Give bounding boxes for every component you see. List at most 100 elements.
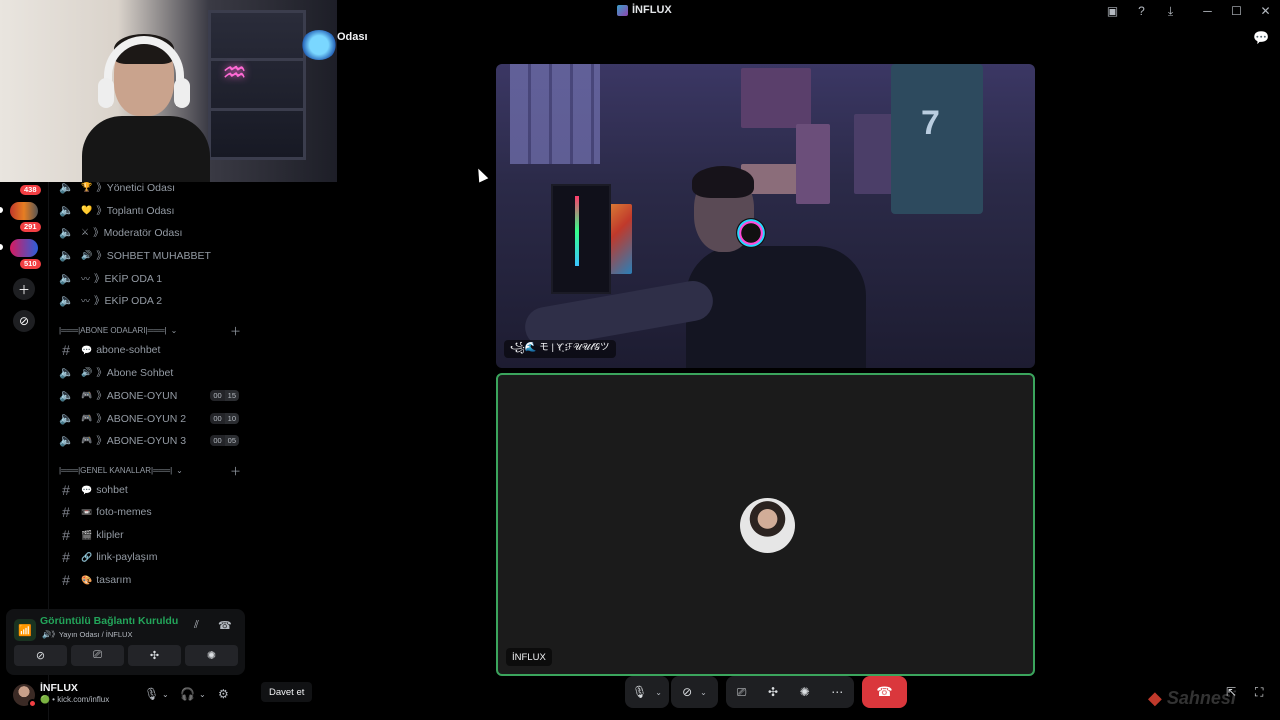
share-screen-icon[interactable]: ⎚ <box>737 685 747 700</box>
fullscreen-icon[interactable]: ⛶ <box>1255 685 1263 700</box>
mute-toggle[interactable]: 🎙 ⌄ <box>625 676 669 708</box>
user-panel: İNFLUX 🟢 • kick.com/influx 🎙 ⌄ 🎧 ⌄ ⚙ <box>6 676 245 716</box>
avatar[interactable] <box>13 684 37 708</box>
close-button[interactable]: ✕ <box>1251 0 1280 22</box>
activities-icon[interactable]: ✣ <box>768 685 778 699</box>
chevron-down-icon: ⌄ <box>176 466 183 475</box>
voice-channel[interactable]: 🔈 🎮 》ABONE-OYUN 00 15 <box>59 385 239 405</box>
soundboard-icon[interactable]: ✺ <box>800 685 810 699</box>
add-channel-icon[interactable]: ＋ <box>230 463 241 479</box>
activities-button[interactable]: ✣ <box>128 645 181 666</box>
custom-status: 🟢 • kick.com/influx <box>40 695 110 704</box>
screen-share-icon[interactable]: ▣ <box>1098 0 1127 22</box>
category-header[interactable]: |═══|GENEL KANALLAR|═══| ⌄ ＋ <box>59 466 241 478</box>
voice-channel[interactable]: 🔈 🔊 》Abone Sohbet <box>59 362 239 382</box>
user-limit-badge: 00 05 <box>210 434 239 446</box>
unread-indicator <box>0 207 3 213</box>
text-channel[interactable]: # 📼 foto-memes <box>59 502 239 522</box>
webcam-overlay: ♒ <box>0 0 337 182</box>
speaker-icon: 🔈 <box>59 433 74 447</box>
settings-gear-icon[interactable]: ⚙ <box>218 687 229 701</box>
voice-actions: ⊘ ⎚ ✣ ✺ <box>14 645 238 666</box>
lamp-graphic <box>301 30 337 60</box>
headphones-icon[interactable]: 🎧 <box>180 687 195 701</box>
category-header[interactable]: |═══|ABONE ODALARI|═══| ⌄ ＋ <box>59 326 241 338</box>
hash-icon: # <box>62 527 70 543</box>
voice-channel[interactable]: 🔈 〰 》EKİP ODA 1 <box>59 268 239 288</box>
text-channel[interactable]: # 🔗 link-paylaşım <box>59 547 239 567</box>
pc-case-graphic <box>551 184 611 294</box>
mention-badge: 291 <box>20 222 41 232</box>
explore-icon[interactable]: ⊘ <box>13 310 35 332</box>
maximize-button[interactable]: ☐ <box>1222 0 1251 22</box>
voice-channel[interactable]: 🔈 🔊 》SOHBET MUHABBET <box>59 245 239 265</box>
flamingo-neon-icon: ♒ <box>222 57 248 88</box>
window-blinds-graphic <box>510 64 600 164</box>
participant-name-tag: ꧁🌊 モ | Y҈ ℱ𝒰𝒰𝓁𝒢ツ <box>504 340 616 358</box>
hash-icon: # <box>62 342 70 358</box>
voice-channel[interactable]: 🔈 🎮 》ABONE-OYUN 2 00 10 <box>59 408 239 428</box>
microphone-icon[interactable]: 🎙 <box>144 687 159 701</box>
microphone-icon: 🎙 <box>632 685 648 699</box>
speaker-icon: 🔈 <box>59 203 74 217</box>
username[interactable]: İNFLUX <box>40 682 78 694</box>
noise-suppression-icon[interactable]: ⫽ <box>194 619 199 632</box>
participant-figure <box>686 160 886 368</box>
more-options-icon[interactable]: ⋯ <box>831 685 843 699</box>
video-tile-remote[interactable]: 7 ꧁🌊 モ | Y҈ ℱ𝒰𝒰𝓁𝒢ツ <box>496 64 1035 368</box>
add-channel-icon[interactable]: ＋ <box>230 323 241 339</box>
voice-channel[interactable]: 🔈 🎮 》ABONE-OYUN 3 00 05 <box>59 430 239 450</box>
download-icon[interactable]: ⤓ <box>1156 0 1185 22</box>
camera-toggle[interactable]: ⊘ ⌄ <box>671 676 718 708</box>
call-actions: ⎚ ✣ ✺ ⋯ <box>726 676 854 708</box>
voice-channel[interactable]: 🔈 〰 》EKİP ODA 2 <box>59 290 239 310</box>
hash-icon: # <box>62 504 70 520</box>
minimize-button[interactable]: ─ <box>1193 0 1222 22</box>
video-tile-self[interactable]: İNFLUX <box>496 373 1035 676</box>
user-limit-badge: 00 15 <box>210 389 239 401</box>
add-server-icon[interactable]: ＋ <box>13 278 35 300</box>
server-logo-icon <box>617 4 628 16</box>
connection-channel[interactable]: 🔊》Yayın Odası / İNFLUX <box>42 629 132 640</box>
camera-off-button[interactable]: ⊘ <box>14 645 67 666</box>
text-channel[interactable]: # 💬 sohbet <box>59 480 239 500</box>
text-channel[interactable]: # 🎬 klipler <box>59 525 239 545</box>
headphones-graphic <box>104 36 184 106</box>
hash-icon: # <box>62 482 70 498</box>
user-limit-badge: 00 10 <box>210 412 239 424</box>
status-dot <box>28 699 37 708</box>
text-channel[interactable]: # 🎨 tasarım <box>59 570 239 590</box>
chat-bubble-icon[interactable]: 💬 <box>1253 30 1269 46</box>
disconnect-icon[interactable]: ☎ <box>218 619 232 632</box>
invite-button[interactable]: Davet et <box>261 682 313 702</box>
unread-indicator <box>0 244 3 250</box>
voice-channel[interactable]: 🔈 💛 》Toplantı Odası <box>59 200 239 220</box>
hang-up-icon: ☎ <box>876 684 893 699</box>
streamer-figure <box>78 34 210 182</box>
chevron-down-icon[interactable]: ⌄ <box>162 690 169 699</box>
channel-title: Odası <box>337 31 368 43</box>
speaker-icon: 🔈 <box>59 248 74 262</box>
server-icon[interactable] <box>10 202 38 220</box>
connection-status[interactable]: Görüntülü Bağlantı Kuruldu <box>40 615 178 627</box>
server-icon[interactable] <box>10 239 38 257</box>
help-icon[interactable]: ? <box>1127 0 1156 22</box>
chevron-down-icon: ⌄ <box>655 687 662 697</box>
speaker-icon: 🔈 <box>59 388 74 402</box>
disconnect-button[interactable]: ☎ <box>862 676 907 708</box>
signal-icon[interactable]: 📶 <box>14 619 36 641</box>
camera-off-icon: ⊘ <box>682 685 693 699</box>
chevron-down-icon[interactable]: ⌄ <box>199 690 206 699</box>
window-title: İNFLUX <box>617 4 672 16</box>
speaker-icon: 🔈 <box>59 293 74 307</box>
voice-channel[interactable]: 🔈 ⚔ 》Moderatör Odası <box>59 222 239 242</box>
soundboard-button[interactable]: ✺ <box>185 645 238 666</box>
share-screen-button[interactable]: ⎚ <box>71 645 124 666</box>
text-channel[interactable]: # 💬 abone-sohbet <box>59 340 239 360</box>
speaker-icon: 🔈 <box>59 411 74 425</box>
chevron-down-icon: ⌄ <box>700 687 707 697</box>
speaker-icon: 🔈 <box>59 225 74 239</box>
chevron-down-icon: ⌄ <box>170 326 178 335</box>
popout-icon[interactable]: ⇱ <box>1226 685 1236 699</box>
mouse-cursor <box>473 166 489 183</box>
